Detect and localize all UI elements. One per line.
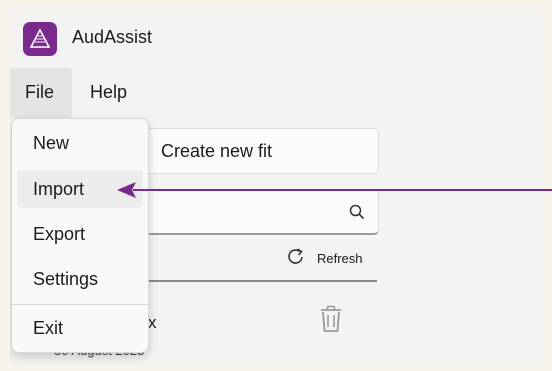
trash-icon[interactable] bbox=[318, 304, 344, 334]
list-item-name[interactable]: x bbox=[148, 313, 157, 333]
app-title: AudAssist bbox=[72, 27, 153, 47]
search-icon bbox=[349, 204, 365, 220]
refresh-label: Refresh bbox=[317, 251, 363, 266]
menu-item-export[interactable]: Export bbox=[17, 215, 143, 253]
create-new-fit-label: Create new fit bbox=[161, 141, 273, 161]
menu-help-label: Help bbox=[90, 82, 128, 102]
menu-item-settings[interactable]: Settings bbox=[17, 260, 143, 298]
search-input[interactable] bbox=[145, 190, 379, 235]
menu-item-settings-label: Settings bbox=[33, 269, 99, 289]
menu-item-exit-label: Exit bbox=[33, 318, 64, 338]
menu-item-new-label: New bbox=[33, 133, 70, 153]
menu-bar: File Help bbox=[10, 68, 544, 120]
refresh-button[interactable]: Refresh bbox=[145, 244, 377, 280]
menu-file[interactable]: File bbox=[10, 68, 72, 118]
menu-item-export-label: Export bbox=[33, 224, 86, 244]
app-logo-icon bbox=[23, 22, 57, 56]
list-divider bbox=[145, 280, 377, 282]
menu-separator bbox=[12, 304, 148, 305]
title-bar: AudAssist bbox=[10, 10, 544, 60]
refresh-icon bbox=[288, 248, 303, 264]
file-menu-dropdown: New Import Export Settings Exit bbox=[11, 118, 149, 353]
menu-item-new[interactable]: New bbox=[17, 124, 143, 162]
create-new-fit-button[interactable]: Create new fit bbox=[145, 128, 379, 174]
menu-item-import-label: Import bbox=[33, 179, 85, 199]
menu-item-exit[interactable]: Exit bbox=[17, 309, 143, 347]
menu-help[interactable]: Help bbox=[80, 68, 140, 118]
menu-item-import[interactable]: Import bbox=[17, 170, 143, 208]
app-window: AudAssist File Help Create new fit Refre… bbox=[10, 10, 544, 365]
menu-file-label: File bbox=[25, 82, 55, 102]
